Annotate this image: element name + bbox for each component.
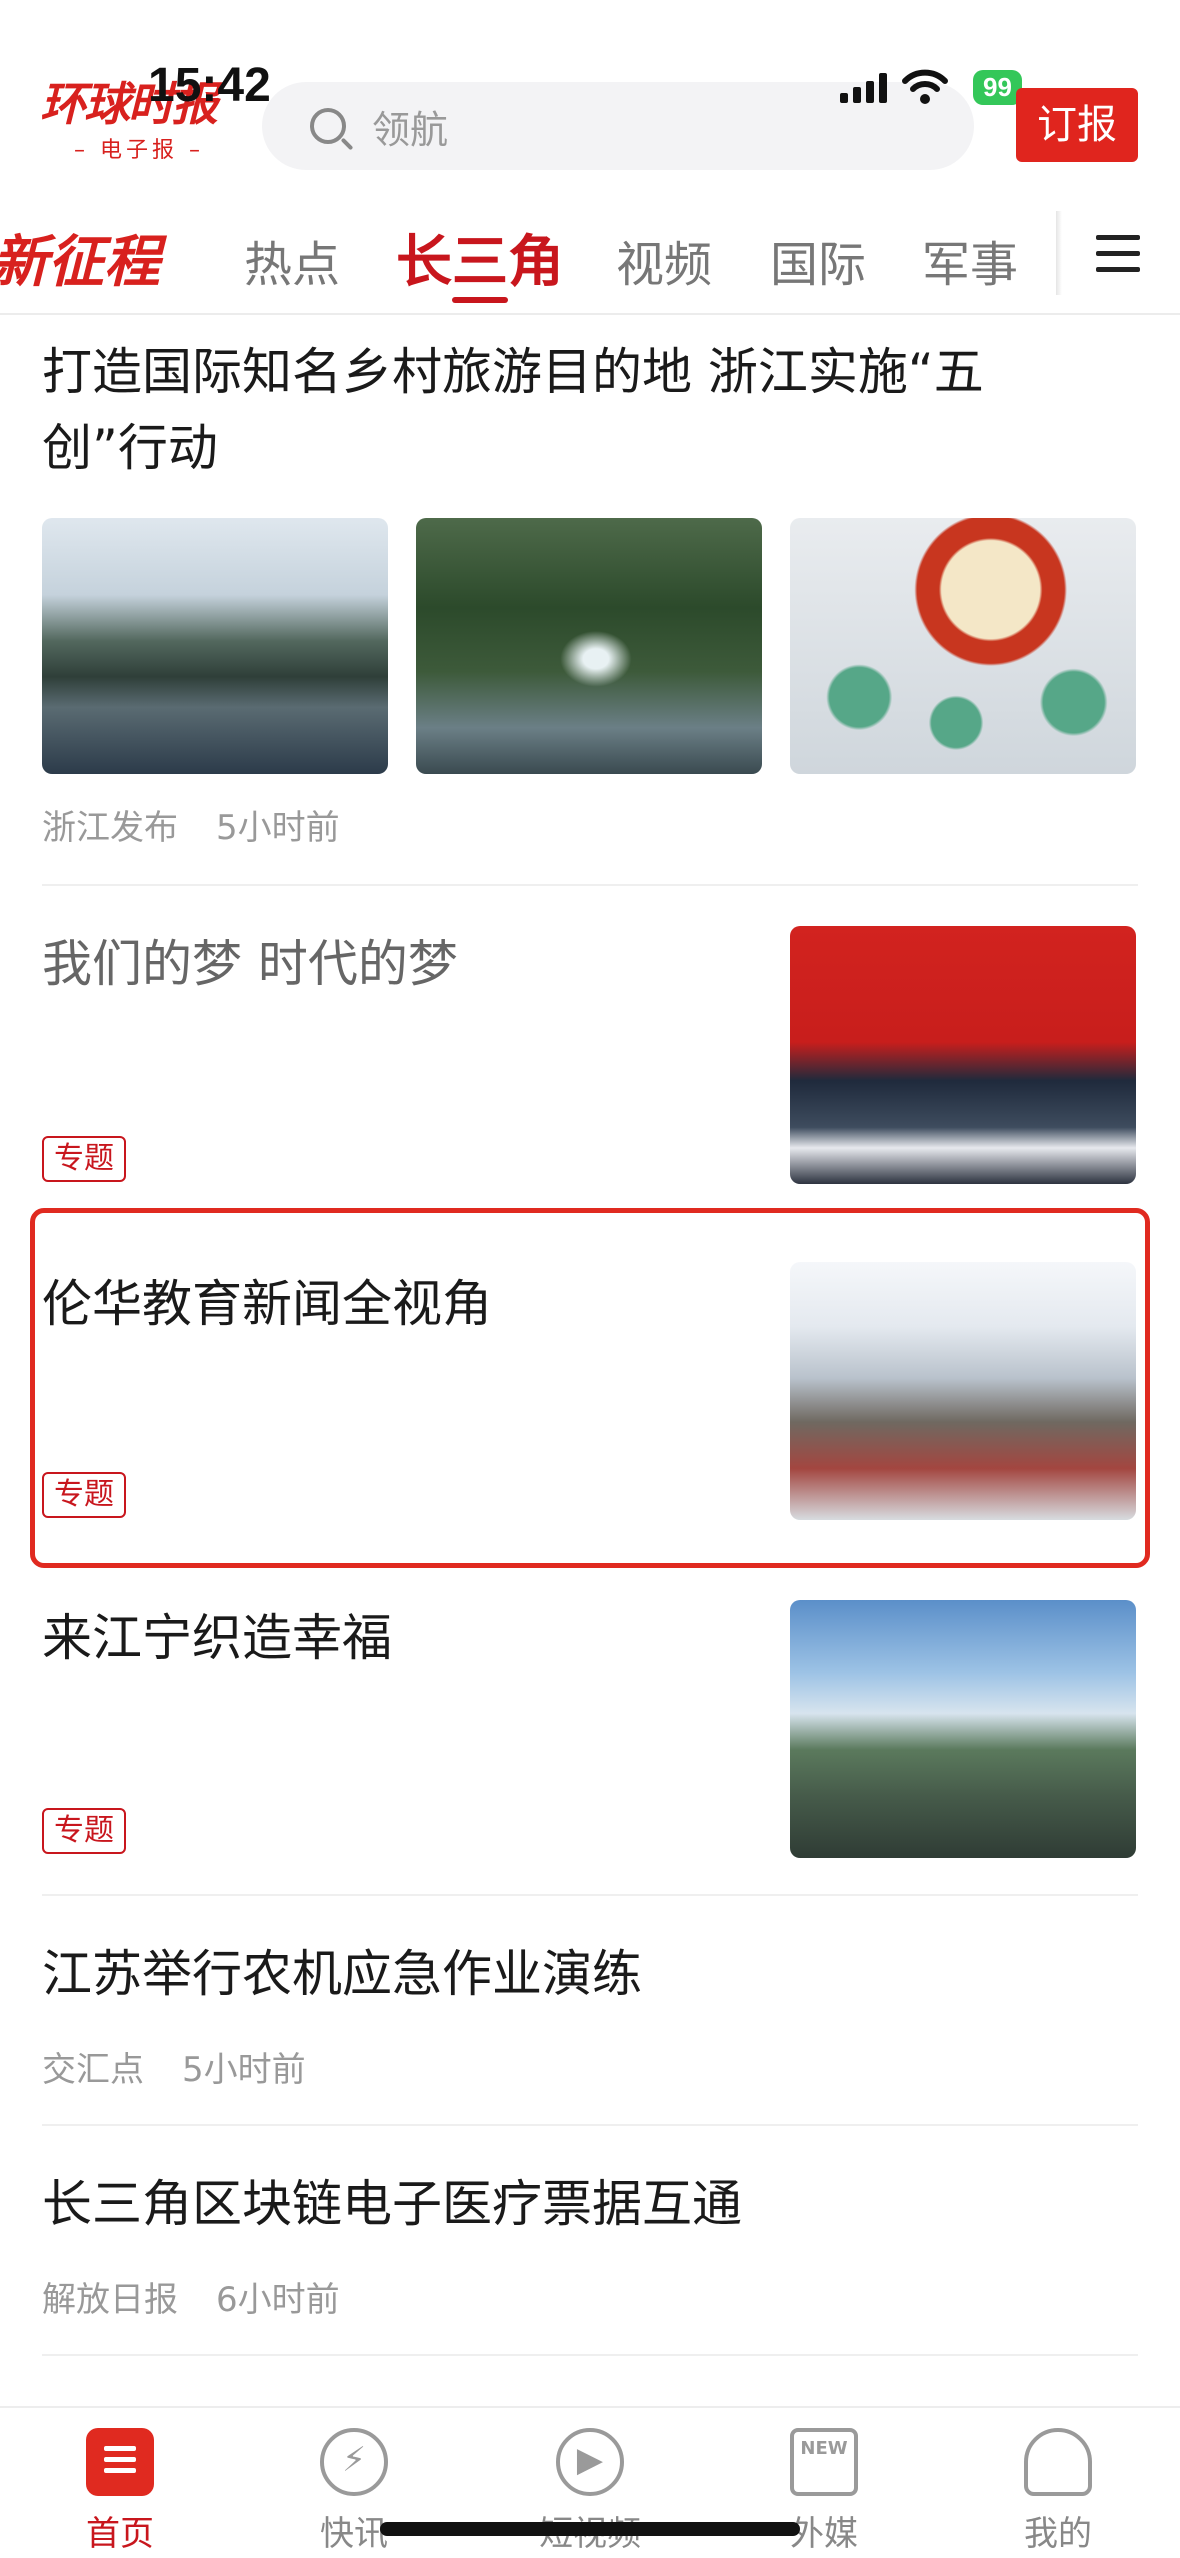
tab-international[interactable]: 国际 [770,225,866,295]
tab-military[interactable]: 军事 [922,225,1018,295]
app-header: 环球时报 – 电子报 – 15:42 领航 99 订报 [0,0,1180,185]
article-image [790,518,1136,774]
article-title: 创”行动 [42,419,218,477]
channel-tabs: 新征程 热点 长三角 视频 国际 军事 [0,195,1180,315]
article-source: 浙江发布 [42,808,178,848]
topic-tag: 专题 [42,1808,126,1854]
article-meta: 解放日报 6小时前 [42,2272,340,2321]
article-image [790,1262,1136,1520]
topic-tag: 专题 [42,1136,126,1182]
divider [42,2354,1138,2356]
article-time: 5小时前 [216,808,340,848]
article-title: 来江宁织造幸福 [42,1609,392,1667]
tab-video[interactable]: 视频 [616,225,712,295]
nav-label: 我的 [1024,2514,1092,2554]
subscribe-button[interactable]: 订报 [1016,88,1138,162]
article-source: 解放日报 [42,2280,178,2320]
nav-label: 首页 [86,2514,154,2554]
wifi-icon [902,69,948,104]
new-doc-icon: NEW [790,2428,858,2496]
home-icon [86,2428,154,2496]
article-title: 打造国际知名乡村旅游目的地 浙江实施“五 [42,343,984,401]
nav-home[interactable]: 首页 [40,2428,200,2555]
topic-tag: 专题 [42,1472,126,1518]
home-indicator [380,2522,800,2536]
status-icons: 99 [840,62,1022,112]
divider [42,884,1138,886]
article-title: 我们的梦 时代的梦 [42,935,458,993]
article-image [42,518,388,774]
article-image [790,1600,1136,1858]
divider [42,2124,1138,2126]
lightning-icon: ⚡ [320,2428,388,2496]
article-title: 伦华教育新闻全视角 [42,1275,492,1333]
status-time: 15:42 [148,59,271,112]
tab-hot[interactable]: 热点 [244,225,340,295]
article-time: 5小时前 [182,2050,306,2090]
tabs-divider [1056,211,1062,295]
article-source: 交汇点 [42,2050,144,2090]
search-placeholder: 领航 [372,107,449,152]
nav-profile[interactable]: 我的 [978,2428,1138,2555]
tab-yangtze-delta[interactable]: 长三角 [396,217,564,298]
article-image [790,926,1136,1184]
article-title: 长三角区块链电子医疗票据互通 [42,2175,742,2233]
logo-subtitle: – 电子报 – [74,138,204,163]
active-tab-indicator [452,297,508,303]
article-time: 6小时前 [216,2280,340,2320]
article-image [416,518,762,774]
search-icon [310,108,346,144]
article-meta: 交汇点 5小时前 [42,2042,306,2091]
menu-icon[interactable] [1096,235,1140,273]
user-icon [1024,2428,1092,2496]
tab-featured[interactable]: 新征程 [0,217,160,298]
battery-icon: 99 [973,69,1022,105]
divider [42,1894,1138,1896]
article-title: 江苏举行农机应急作业演练 [42,1945,642,2003]
cellular-signal-icon [840,71,887,103]
play-icon: ▶ [556,2428,624,2496]
article-meta: 浙江发布 5小时前 [42,800,340,849]
